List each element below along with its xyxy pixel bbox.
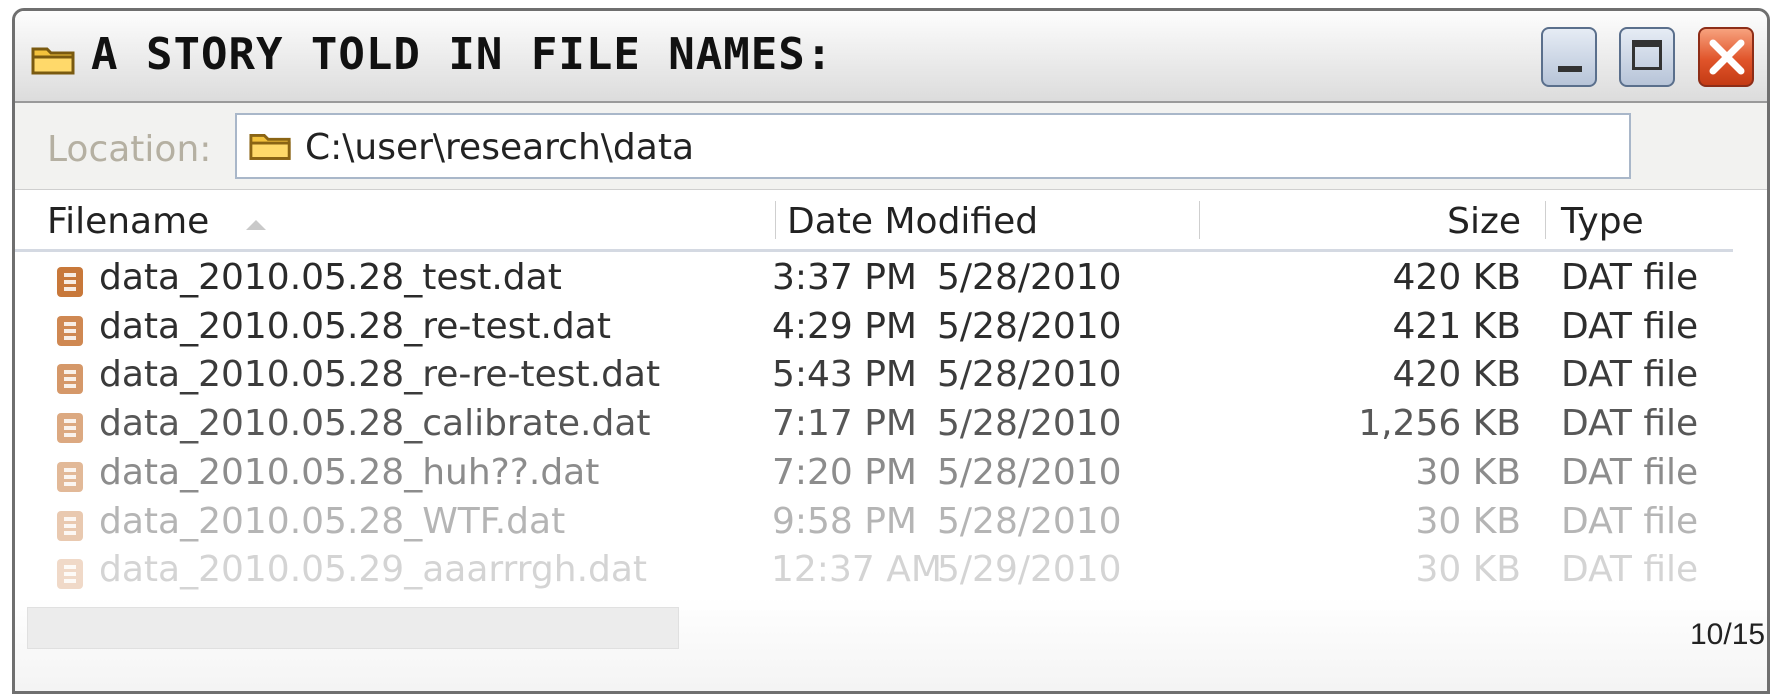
file-row[interactable]: data_2010.05.28_test.dat 3:37 PM 5/28/2010…: [15, 257, 1767, 307]
file-type: DAT file: [1561, 257, 1699, 298]
file-name: data_2010.05.28_calibrate.dat: [99, 403, 651, 445]
file-icon: [57, 267, 83, 297]
file-icon: [57, 461, 83, 492]
location-field[interactable]: C:\user\research\data: [235, 113, 1631, 179]
file-icon: [57, 413, 83, 444]
folder-icon: [249, 134, 291, 160]
minimize-button[interactable]: [1541, 27, 1597, 87]
column-headers: Filename Date Modified Size Type: [15, 189, 1733, 252]
file-name: data_2010.05.28_huh??.dat: [99, 451, 600, 493]
file-name: data_2010.05.28_WTF.dat: [99, 500, 566, 542]
file-size: 420 KB: [1392, 354, 1521, 396]
column-header-type[interactable]: Type: [1561, 201, 1644, 242]
column-header-filename[interactable]: Filename: [47, 201, 209, 242]
file-name: data_2010.05.29_aaarrrgh.dat: [99, 549, 648, 591]
file-date: 5/28/2010: [937, 257, 1122, 298]
file-row[interactable]: data_2010.05.28_re-re-test.dat 5:43 PM 5/2…: [15, 354, 1767, 404]
file-date: 5/28/2010: [937, 305, 1122, 347]
title-bar[interactable]: A story told in file names:: [15, 11, 1767, 103]
location-label: Location:: [47, 129, 212, 170]
file-row[interactable]: data_2010.05.28_re-test.dat 4:29 PM 5/28/2…: [15, 305, 1767, 356]
file-size: 420 KB: [1392, 257, 1521, 298]
file-time: 5:43 PM: [771, 354, 917, 396]
file-name: data_2010.05.28_re-re-test.dat: [99, 354, 661, 396]
column-header-date-modified[interactable]: Date Modified: [787, 201, 1038, 242]
maximize-button[interactable]: [1619, 27, 1675, 87]
file-time: 12:37 AM: [771, 549, 942, 591]
status-segment: [27, 607, 679, 649]
file-row[interactable]: data_2010.05.28_huh??.dat 7:20 PM 5/28/201…: [15, 451, 1767, 502]
file-row[interactable]: data_2010.05.28_WTF.dat 9:58 PM 5/28/2010 3…: [15, 500, 1767, 551]
window-title: A story told in file names:: [91, 29, 834, 80]
file-type: DAT file: [1561, 354, 1699, 396]
file-date: 5/28/2010: [937, 451, 1122, 493]
column-divider[interactable]: [1199, 201, 1200, 239]
file-time: 4:29 PM: [771, 305, 917, 347]
file-time: 7:20 PM: [771, 451, 917, 493]
file-date: 5/29/2010: [937, 549, 1122, 591]
file-type: DAT file: [1561, 500, 1699, 542]
file-name: data_2010.05.28_re-test.dat: [99, 305, 611, 347]
file-time: 7:17 PM: [771, 403, 917, 445]
column-divider[interactable]: [775, 201, 776, 239]
file-icon: [57, 559, 83, 590]
file-name: data_2010.05.28_test.dat: [99, 257, 562, 298]
folder-icon: [31, 47, 75, 75]
status-bar: [15, 597, 1767, 691]
file-icon: [57, 510, 83, 541]
file-size: 30 KB: [1415, 451, 1521, 493]
column-header-size[interactable]: Size: [1211, 201, 1521, 242]
file-icon: [57, 364, 83, 395]
location-bar: Location: C:\user\research\data: [15, 103, 1767, 190]
location-dropdown-button[interactable]: [1769, 125, 1770, 175]
file-size: 421 KB: [1392, 305, 1521, 347]
page-number: 10/15: [1690, 618, 1766, 651]
file-time: 9:58 PM: [771, 500, 917, 542]
file-browser-window: A story told in file names: Location: C:…: [12, 8, 1770, 694]
file-size: 30 KB: [1415, 549, 1521, 591]
file-icon: [57, 315, 83, 346]
file-type: DAT file: [1561, 549, 1699, 591]
close-button[interactable]: [1698, 27, 1754, 87]
file-date: 5/28/2010: [937, 403, 1122, 445]
file-size: 1,256 KB: [1358, 403, 1521, 445]
file-time: 3:37 PM: [771, 257, 917, 298]
file-type: DAT file: [1561, 403, 1699, 445]
file-size: 30 KB: [1415, 500, 1521, 542]
file-type: DAT file: [1561, 305, 1699, 347]
location-path: C:\user\research\data: [305, 127, 695, 168]
file-row[interactable]: data_2010.05.28_calibrate.dat 7:17 PM 5/28…: [15, 403, 1767, 453]
file-date: 5/28/2010: [937, 354, 1122, 396]
file-row[interactable]: data_2010.05.29_aaarrrgh.dat 12:37 AM 5/29…: [15, 549, 1767, 599]
close-icon: [1709, 39, 1745, 75]
file-date: 5/28/2010: [937, 500, 1122, 542]
column-divider[interactable]: [1545, 201, 1546, 239]
sort-ascending-icon: [246, 220, 266, 230]
file-type: DAT file: [1561, 451, 1699, 493]
